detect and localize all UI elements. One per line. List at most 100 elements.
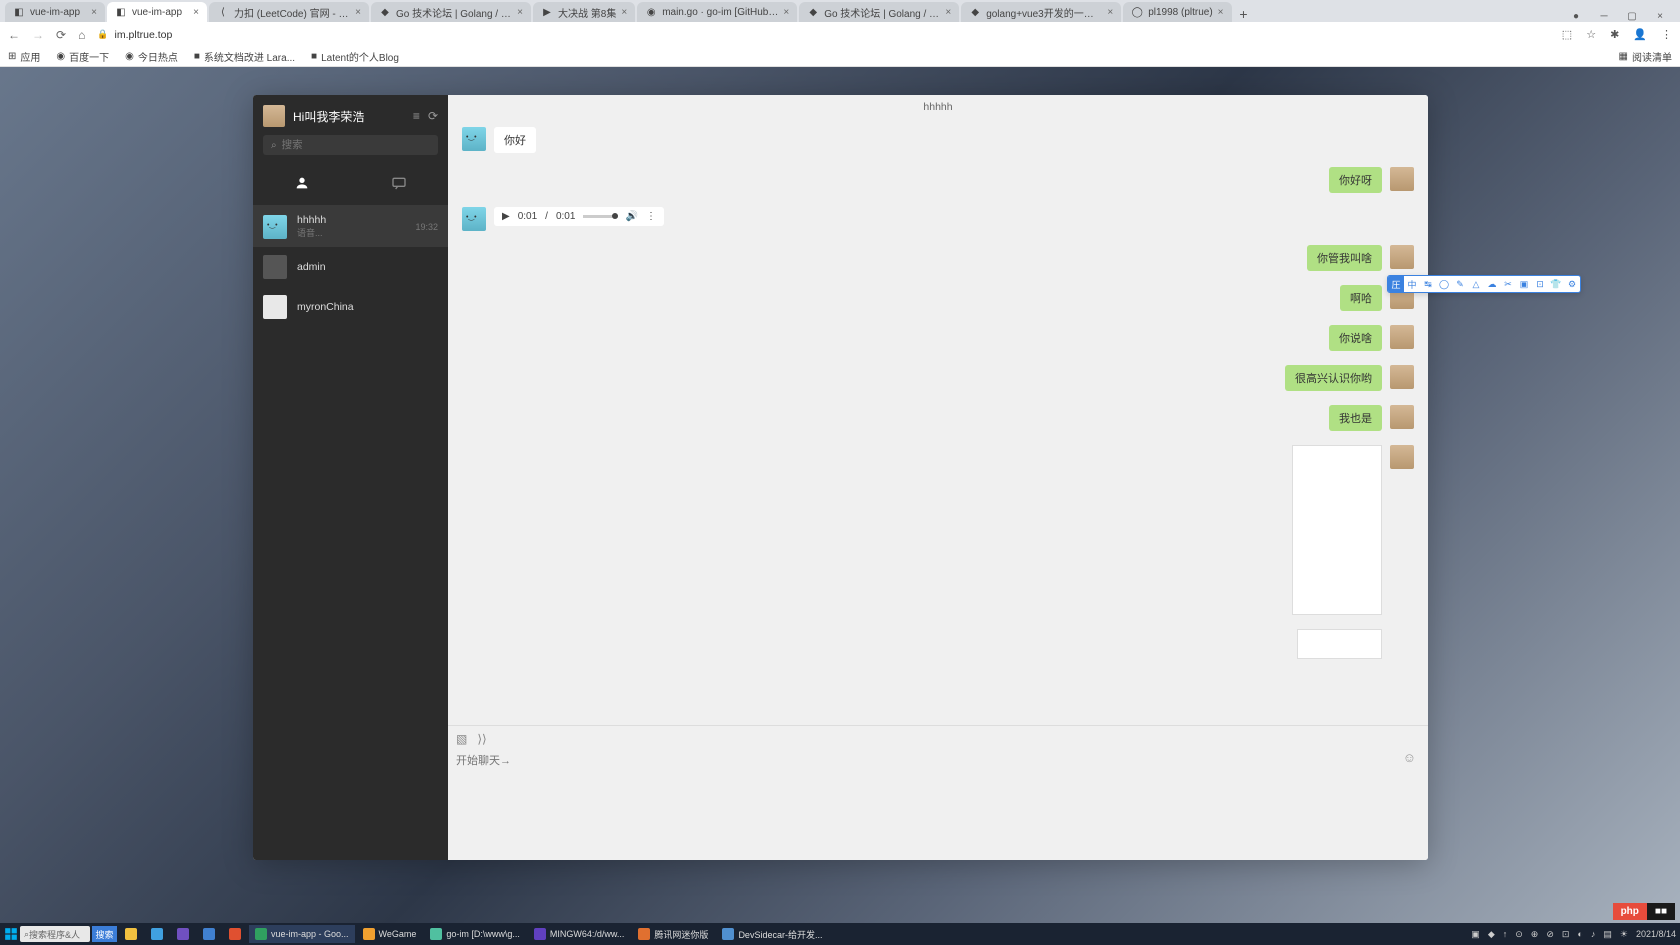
tray-icon[interactable]: ▣ [1471, 929, 1480, 940]
browser-tab[interactable]: ◧vue-im-app× [107, 2, 207, 22]
browser-tab[interactable]: ⟨力扣 (LeetCode) 官网 - 全球× [209, 2, 369, 22]
menu-icon[interactable]: ⋮ [1661, 28, 1672, 41]
taskbar-item[interactable]: go-im [D:\www\g... [424, 925, 526, 943]
ime-mode-icon[interactable]: 圧 [1388, 276, 1404, 292]
taskbar-item[interactable]: 腾讯网迷你版 [632, 925, 714, 943]
image-tool-icon[interactable]: ▧ [456, 732, 467, 746]
audio-message[interactable]: ▶ 0:01 / 0:01 🔊 ⋮ [494, 207, 664, 226]
my-avatar[interactable] [263, 105, 285, 127]
chats-tab[interactable] [351, 165, 449, 205]
ime-tool-icon[interactable]: ⊡ [1532, 276, 1548, 292]
tray-icon[interactable]: ♪ [1591, 929, 1596, 939]
browser-tab[interactable]: ◧vue-im-app× [5, 2, 105, 22]
taskbar-item[interactable]: MINGW64:/d/ww... [528, 925, 631, 943]
emoji-button[interactable]: ☺ [1403, 750, 1416, 765]
more-icon[interactable]: ⋮ [646, 211, 656, 222]
browser-tab[interactable]: ◆golang+vue3开发的一个im应× [961, 2, 1121, 22]
tab-close-icon[interactable]: × [621, 7, 627, 18]
apps-shortcut[interactable]: ⊞ 应用 [8, 49, 40, 64]
tab-close-icon[interactable]: × [91, 7, 97, 18]
tab-close-icon[interactable]: × [517, 7, 523, 18]
search-box[interactable]: ⌕ [263, 135, 438, 155]
taskbar-item[interactable] [223, 925, 247, 943]
tray-icon[interactable]: ◆ [1488, 929, 1495, 940]
taskbar-search-button[interactable]: 搜索 [92, 926, 117, 942]
contact-item[interactable]: admin [253, 247, 448, 287]
profile-icon[interactable]: 👤 [1633, 28, 1647, 41]
taskbar-item[interactable]: DevSidecar-给开发... [716, 925, 828, 943]
message-input[interactable] [456, 752, 1420, 832]
ime-tool-icon[interactable]: △ [1468, 276, 1484, 292]
bookmark-item[interactable]: ■ 系统文档改进 Lara... [194, 49, 295, 64]
taskbar-item[interactable] [197, 925, 221, 943]
minimize-icon[interactable]: ─ [1599, 11, 1609, 22]
tray-icon[interactable]: ◐ [1577, 929, 1582, 939]
tray-icon[interactable]: ⊕ [1531, 929, 1539, 940]
tab-close-icon[interactable]: × [193, 7, 199, 18]
play-icon[interactable]: ▶ [502, 211, 510, 222]
back-button[interactable]: ← [8, 28, 20, 42]
new-tab-button[interactable]: + [1234, 6, 1254, 22]
contact-item[interactable]: hhhhh语音... 19:32 [253, 206, 448, 247]
tray-icon[interactable]: ☀ [1620, 929, 1628, 940]
tray-icon[interactable]: ⊡ [1562, 929, 1570, 940]
taskbar-item[interactable] [119, 925, 143, 943]
chat-body[interactable]: 你好 你好呀 ▶ 0:01 / 0:01 🔊 ⋮ 你管我叫啥 [448, 119, 1428, 725]
taskbar-item[interactable] [171, 925, 195, 943]
voice-tool-icon[interactable]: ⟩⟩ [477, 732, 486, 746]
browser-tab[interactable]: ◯pl1998 (pltrue)× [1123, 2, 1231, 22]
ime-toolbar[interactable]: 圧 中 ↹ ◯ ✎ △ ☁ ✂ ▣ ⊡ 👕 ⚙ [1387, 275, 1581, 293]
tray-icon[interactable]: ▤ [1603, 929, 1612, 940]
bookmark-star-icon[interactable]: ☆ [1586, 28, 1596, 41]
ime-tool-icon[interactable]: ✎ [1452, 276, 1468, 292]
image-message[interactable] [1292, 445, 1382, 615]
ime-tool-icon[interactable]: ↹ [1420, 276, 1436, 292]
ime-tool-icon[interactable]: 👕 [1548, 276, 1564, 292]
start-button[interactable] [4, 927, 18, 941]
browser-tab[interactable]: ◆Go 技术论坛 | Golang / Go 语× [371, 2, 531, 22]
refresh-icon[interactable]: ⟳ [428, 109, 438, 123]
extensions-icon[interactable]: ✱ [1610, 28, 1619, 41]
search-input[interactable] [282, 139, 430, 151]
translate-icon[interactable]: ⬚ [1562, 28, 1572, 41]
ime-tool-icon[interactable]: ✂ [1500, 276, 1516, 292]
tray-icon[interactable]: ⊘ [1546, 929, 1554, 940]
ime-tool-icon[interactable]: 中 [1404, 276, 1420, 292]
home-button[interactable]: ⌂ [78, 28, 85, 42]
tab-close-icon[interactable]: × [1218, 7, 1224, 18]
tray-icon[interactable]: ↑ [1503, 929, 1508, 939]
reading-list[interactable]: ▦ 阅读清单 [1619, 49, 1672, 64]
contacts-tab[interactable] [253, 165, 351, 205]
volume-icon[interactable]: 🔊 [626, 211, 638, 222]
bookmark-item[interactable]: ■ Latent的个人Blog [311, 49, 399, 64]
tab-close-icon[interactable]: × [945, 7, 951, 18]
taskbar-date[interactable]: 2021/8/14 [1636, 929, 1676, 939]
tray-icon[interactable]: ⊙ [1515, 929, 1523, 940]
ime-tool-icon[interactable]: ☁ [1484, 276, 1500, 292]
taskbar-item[interactable]: WeGame [357, 925, 423, 943]
taskbar-search[interactable]: ⌕ 搜索程序&人 [20, 926, 90, 942]
record-icon[interactable]: ● [1571, 11, 1581, 22]
taskbar-item[interactable]: vue-im-app - Goo... [249, 925, 355, 943]
menu-icon[interactable]: ≡ [413, 109, 420, 123]
taskbar-item[interactable] [145, 925, 169, 943]
reload-button[interactable]: ⟳ [56, 28, 66, 42]
tab-close-icon[interactable]: × [1107, 7, 1113, 18]
contact-item[interactable]: myronChina [253, 287, 448, 327]
ime-tool-icon[interactable]: ▣ [1516, 276, 1532, 292]
maximize-icon[interactable]: ▢ [1627, 11, 1637, 22]
audio-track[interactable] [583, 215, 617, 218]
forward-button[interactable]: → [32, 28, 44, 42]
tab-close-icon[interactable]: × [355, 7, 361, 18]
bookmark-item[interactable]: ◉ 百度一下 [56, 49, 109, 64]
ime-tool-icon[interactable]: ⚙ [1564, 276, 1580, 292]
browser-tab[interactable]: ▶大决战 第8集× [533, 2, 635, 22]
tab-close-icon[interactable]: × [783, 7, 789, 18]
browser-tab[interactable]: ◉main.go · go-im [GitHub] - V× [637, 2, 797, 22]
ime-tool-icon[interactable]: ◯ [1436, 276, 1452, 292]
image-message[interactable] [1297, 629, 1382, 659]
address-bar[interactable]: 🔒 im.pltrue.top [97, 29, 1549, 41]
bookmark-item[interactable]: ◉ 今日热点 [125, 49, 178, 64]
close-window-icon[interactable]: × [1655, 11, 1665, 22]
browser-tab[interactable]: ◆Go 技术论坛 | Golang / Go 语× [799, 2, 959, 22]
